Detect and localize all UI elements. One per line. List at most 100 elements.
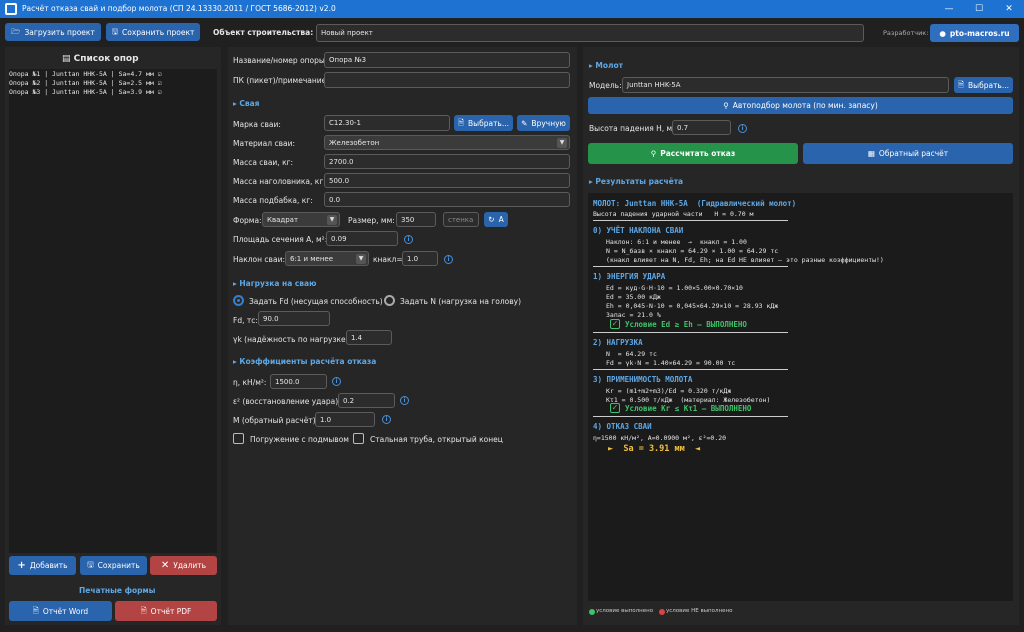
legend-fail: условие НЕ выполнено [666, 608, 733, 614]
divider [593, 416, 788, 417]
info-icon[interactable]: i [738, 124, 747, 133]
chevron-down-icon: ▼ [557, 137, 567, 148]
legend-ok: условие выполнено [596, 608, 654, 614]
eta-label: η, кН/м²: [233, 378, 267, 387]
model-label: Модель: [589, 81, 622, 90]
minimize-button[interactable]: — [934, 0, 964, 18]
ktilt-label: кнакл= [373, 255, 403, 264]
check-icon: ✓ [610, 319, 620, 329]
list-item[interactable]: Опора №3 | Junttan HHK-5A | Sa=3.9 мм ☑ [9, 88, 162, 96]
results-section-title: ▸ Результаты расчёта [589, 177, 684, 186]
info-icon[interactable]: i [400, 396, 409, 405]
height-input[interactable]: 0.7 [672, 120, 731, 135]
model-input[interactable]: Junttan HHK-5A [622, 77, 949, 93]
manual-pile-button[interactable]: ✎ Вручную [517, 115, 570, 131]
m-input[interactable]: 1.0 [315, 412, 375, 427]
pile-brand-input[interactable]: С12.30-1 [324, 115, 450, 131]
pk-input[interactable] [324, 72, 570, 88]
info-icon[interactable]: i [382, 415, 391, 424]
results-line: Наклон: 6:1 и менее → кнакл = 1.00 [606, 238, 747, 246]
eta-input[interactable]: 1500.0 [270, 374, 327, 389]
gk-input[interactable]: 1.4 [346, 330, 392, 345]
tilt-select[interactable]: 6:1 и менее ▼ [285, 251, 369, 266]
auto-select-hammer-button[interactable]: ⚲ Автоподбор молота (по мин. запасу) [588, 97, 1013, 114]
shape-select[interactable]: Квадрат ▼ [262, 212, 340, 227]
area-input[interactable]: 0.09 [326, 231, 398, 246]
title-bar: Расчёт отказа свай и подбор молота (СП 2… [0, 0, 1024, 18]
results-line: Ed = 35.00 кДж [606, 293, 661, 301]
divider [593, 220, 788, 221]
results-section-4: 4) ОТКАЗ СВАИ [593, 422, 652, 431]
cap-mass-input[interactable]: 500.0 [324, 173, 570, 188]
pier-name-label: Название/номер опоры: [233, 56, 328, 65]
divider [593, 266, 788, 267]
load-project-button[interactable]: 🗁 Загрузить проект [5, 23, 101, 41]
checkbox-icon: ☑ [157, 70, 162, 78]
results-section-1: 1) ЭНЕРГИЯ УДАРА [593, 272, 666, 281]
list-item[interactable]: Опора №1 | Junttan HHK-5A | Sa=4.7 мм ☑ [9, 70, 162, 78]
fd-label: Fd, тс: [233, 316, 258, 325]
height-label: Высота падения H, м: [589, 124, 675, 133]
fd-input[interactable]: 90.0 [258, 311, 330, 326]
eps-input[interactable]: 0.2 [338, 393, 395, 408]
reverse-calc-button[interactable]: ▦ Обратный расчёт [803, 143, 1013, 164]
maximize-button[interactable]: ☐ [964, 0, 994, 18]
pile-mass-label: Масса сваи, кг: [233, 158, 294, 167]
pad-mass-label: Масса подбабка, кг: [233, 196, 313, 205]
pipe-checkbox[interactable] [353, 433, 364, 444]
material-label: Материал сваи: [233, 139, 295, 148]
save-project-button[interactable]: 🖫 Сохранить проект [106, 23, 200, 41]
pier-name-input[interactable]: Опора №3 [324, 52, 570, 68]
shape-label: Форма: [233, 216, 262, 225]
radio-fd-label[interactable]: Задать Fd (несущая способность) [249, 297, 383, 306]
size-input[interactable]: 350 [396, 212, 436, 227]
pier-list[interactable]: Опора №1 | Junttan HHK-5A | Sa=4.7 мм ☑ … [9, 69, 217, 553]
choose-hammer-button[interactable]: 🗎 Выбрать... [954, 77, 1013, 93]
results-output: МОЛОТ: Junttan HHK-5A (Гидравлический мо… [588, 193, 1013, 601]
results-condition-ok: Условие Кr ≤ Кτ1 — ВЫПОЛНЕНО [625, 404, 752, 413]
close-button[interactable]: ✕ [994, 0, 1024, 18]
area-label: Площадь сечения A, м²: [233, 235, 328, 244]
load-section-title: ▸ Нагрузка на сваю [233, 279, 317, 288]
disk-icon: 🖫 [111, 26, 119, 36]
wash-checkbox-label[interactable]: Погружение с подмывом [250, 435, 349, 444]
results-line: η=1500 кН/м², A=0.0900 м², ε²=0.20 [593, 434, 727, 442]
delete-pier-button[interactable]: ✕ Удалить [150, 556, 217, 575]
wall-input[interactable]: стенка [443, 212, 479, 227]
add-pier-button[interactable]: + Добавить [9, 556, 76, 575]
fail-dot-icon [659, 609, 665, 615]
save-pier-button[interactable]: 🖫 Сохранить [80, 556, 147, 575]
radio-n-label[interactable]: Задать N (нагрузка на голову) [400, 297, 521, 306]
hammer-section-title: ▸ Молот [589, 61, 623, 70]
radio-n[interactable] [384, 295, 395, 306]
pile-mass-input[interactable]: 2700.0 [324, 154, 570, 169]
choose-pile-button[interactable]: 🗎 Выбрать... [454, 115, 513, 131]
pipe-checkbox-label[interactable]: Стальная труба, открытый конец [370, 435, 503, 444]
document-icon: 🗎 [140, 605, 147, 615]
pdf-report-button[interactable]: 🗎 Отчёт PDF [115, 601, 217, 621]
disk-icon: 🖫 [87, 560, 94, 569]
info-icon[interactable]: i [332, 377, 341, 386]
results-line: Fd = γk·N = 1.40×64.29 = 90.00 тс [606, 359, 736, 367]
calc-area-button[interactable]: ↻ A [484, 212, 508, 227]
results-line: Eh = 0,045·N·10 = 0,045×64.29×10 = 28.93… [606, 302, 779, 310]
document-icon: 🗎 [457, 117, 465, 127]
calculate-button[interactable]: ⚲ Рассчитать отказ [588, 143, 798, 164]
material-select[interactable]: Железобетон ▼ [324, 135, 570, 150]
word-report-button[interactable]: 🗎 Отчёт Word [9, 601, 112, 621]
ktilt-input[interactable]: 1.0 [402, 251, 438, 266]
m-label: M (обратный расчёт): [233, 416, 319, 425]
info-icon[interactable]: i [444, 255, 453, 264]
check-icon: ✓ [610, 403, 620, 413]
object-input[interactable]: Новый проект [316, 24, 864, 42]
radio-fd[interactable] [233, 295, 244, 306]
gk-label: γk (надёжность по нагрузке): [233, 335, 352, 344]
wash-checkbox[interactable] [233, 433, 244, 444]
info-icon[interactable]: i [404, 235, 413, 244]
x-icon: ✕ [160, 560, 170, 571]
developer-site-button[interactable]: ● pto-macros.ru [930, 24, 1019, 42]
results-line: Кτ1 = 0.500 т/кДж (материал: Железобетон… [606, 396, 771, 404]
pad-mass-input[interactable]: 0.0 [324, 192, 570, 207]
list-item[interactable]: Опора №2 | Junttan HHK-5A | Sa=2.5 мм ☑ [9, 79, 162, 87]
results-line: Кr = (m1+m2+m3)/Ed = 0.320 т/кДж [606, 387, 732, 395]
